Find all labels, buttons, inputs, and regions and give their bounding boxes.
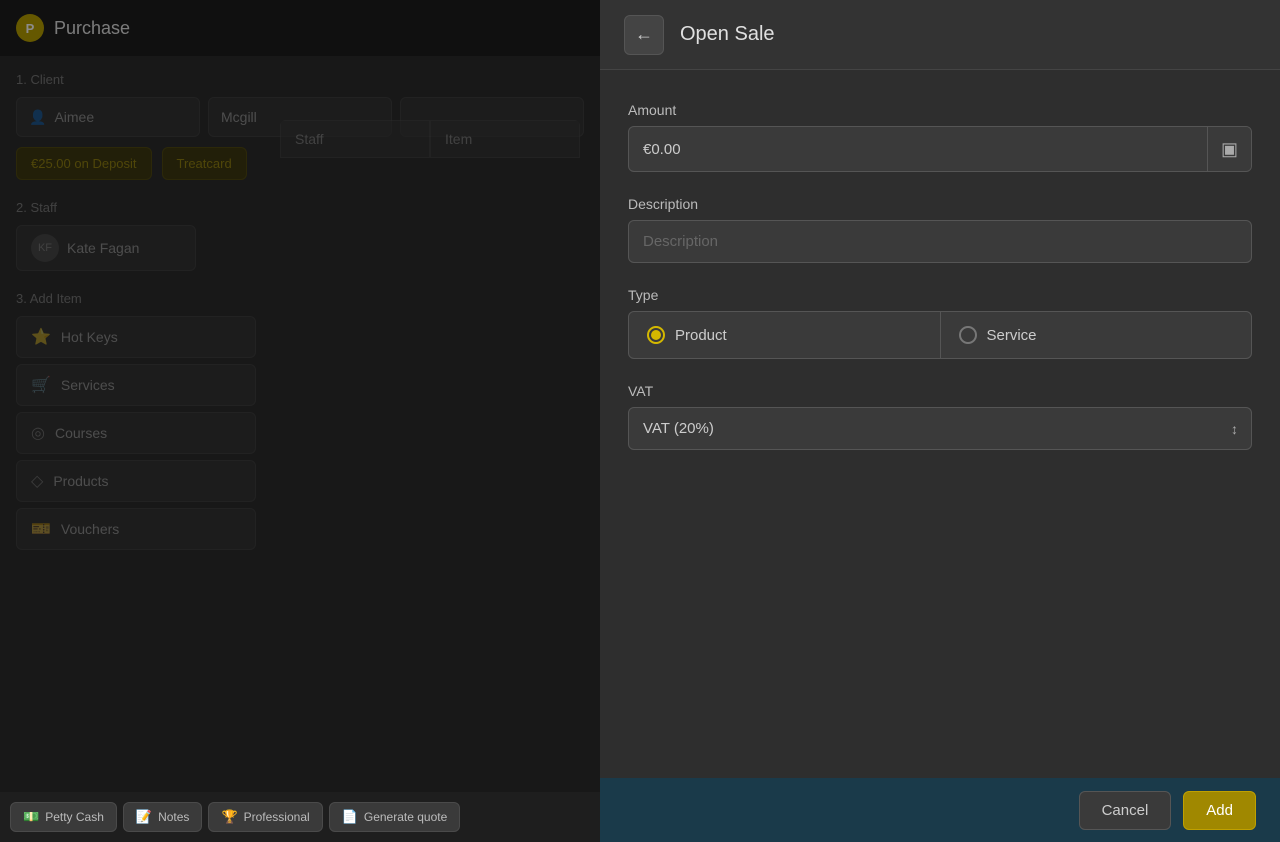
amount-group: Amount ▣ [628,102,1252,172]
calculator-button[interactable]: ▣ [1207,127,1251,171]
petty-cash-button[interactable]: 💵 Petty Cash [10,802,117,832]
type-options-group: Product Service [628,311,1252,359]
description-group: Description [628,196,1252,263]
petty-cash-icon: 💵 [23,809,39,825]
vat-group: VAT VAT (20%) VAT (0%) No VAT ↕ [628,383,1252,450]
cancel-button[interactable]: Cancel [1079,791,1172,830]
product-radio-inner [651,330,661,340]
add-button[interactable]: Add [1183,791,1256,830]
service-label: Service [987,327,1037,344]
professional-icon: 🏆 [221,809,237,825]
amount-input[interactable] [629,129,1207,170]
modal-title: Open Sale [680,23,775,46]
amount-label: Amount [628,102,1252,118]
type-option-product[interactable]: Product [629,312,941,358]
vat-select[interactable]: VAT (20%) VAT (0%) No VAT [628,407,1252,450]
vat-label: VAT [628,383,1252,399]
product-radio[interactable] [647,326,665,344]
overlay [0,0,600,842]
back-button[interactable]: ← [624,15,664,55]
professional-button[interactable]: 🏆 Professional [208,802,322,832]
modal-body: Amount ▣ Description Type Pr [600,70,1280,778]
bottom-bar: 💵 Petty Cash 📝 Notes 🏆 Professional 📄 Ge… [0,792,600,842]
amount-wrapper: ▣ [628,126,1252,172]
description-input[interactable] [628,220,1252,263]
type-option-service[interactable]: Service [941,312,1252,358]
back-icon: ← [635,24,653,45]
generate-quote-button[interactable]: 📄 Generate quote [329,802,461,832]
vat-select-wrapper: VAT (20%) VAT (0%) No VAT ↕ [628,407,1252,450]
product-label: Product [675,327,727,344]
modal-footer: Cancel Add [600,778,1280,842]
description-label: Description [628,196,1252,212]
notes-button[interactable]: 📝 Notes [123,802,203,832]
type-label: Type [628,287,1252,303]
type-group: Type Product Service [628,287,1252,359]
open-sale-modal: ← Open Sale Amount ▣ Description Type [600,0,1280,842]
notes-icon: 📝 [136,809,152,825]
calculator-icon: ▣ [1221,139,1238,160]
modal-header: ← Open Sale [600,0,1280,70]
service-radio[interactable] [959,326,977,344]
generate-quote-icon: 📄 [342,809,358,825]
